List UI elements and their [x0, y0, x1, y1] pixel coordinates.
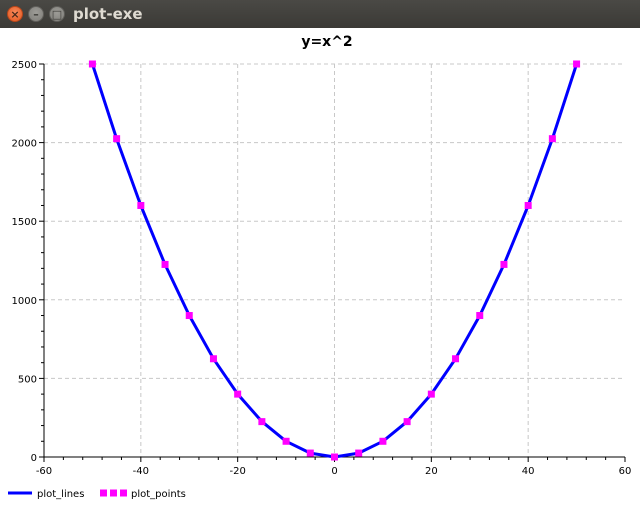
legend-label-plot-lines: plot_lines [37, 489, 84, 500]
x-tick-label: 40 [522, 466, 535, 477]
data-point [137, 201, 145, 209]
y-tick-label: 1000 [12, 296, 37, 307]
data-point [427, 390, 435, 398]
data-point [161, 260, 169, 268]
grid-lines [44, 63, 625, 457]
plot-canvas: y=x^2 -60 -40 -20 0 20 40 60 0 500 1000 1500 2000 25… [8, 34, 632, 500]
window-title: plot-exe [73, 5, 143, 23]
data-point [331, 453, 338, 461]
data-point [258, 418, 266, 426]
data-point [524, 201, 532, 209]
data-point [209, 355, 217, 363]
legend-point-swatch [110, 489, 117, 497]
x-tick-label: -40 [133, 466, 149, 477]
data-point [185, 312, 193, 320]
data-point [234, 390, 242, 398]
x-tick-label: 60 [619, 466, 632, 477]
data-point [548, 135, 556, 143]
data-point [355, 449, 363, 457]
maximize-window-button[interactable]: □ [49, 6, 65, 22]
title-bar[interactable]: × – □ plot-exe [0, 0, 640, 28]
data-point [282, 437, 290, 445]
legend-label-plot-points: plot_points [131, 489, 186, 500]
x-tick-label: 0 [331, 466, 337, 477]
axes [39, 63, 626, 462]
data-point [113, 135, 121, 143]
x-tick-label: -60 [36, 466, 52, 477]
data-point [452, 355, 460, 363]
y-tick-label: 2000 [12, 139, 37, 150]
data-point [88, 60, 96, 68]
y-tick-label: 500 [18, 374, 37, 385]
close-window-button[interactable]: × [7, 6, 23, 22]
legend-point-swatch [100, 489, 107, 497]
legend-point-swatch [120, 489, 127, 497]
chart-title: y=x^2 [301, 34, 352, 50]
data-point [306, 449, 314, 457]
legend: plot_lines plot_points [8, 489, 186, 500]
app-window: × – □ plot-exe y=x^2 -60 -40 -20 0 20 40 60 0 50… [0, 0, 640, 508]
minimize-window-button[interactable]: – [28, 6, 44, 22]
x-tick-label: -20 [229, 466, 245, 477]
data-point [573, 60, 581, 68]
y-tick-label: 2500 [12, 60, 37, 71]
y-tick-label: 0 [31, 453, 37, 464]
data-point [379, 437, 387, 445]
tick-labels: -60 -40 -20 0 20 40 60 0 500 1000 1500 2000 2500 [12, 60, 632, 477]
close-icon: × [10, 8, 20, 21]
data-point [403, 418, 411, 426]
x-tick-label: 20 [425, 466, 438, 477]
y-tick-label: 1500 [12, 217, 37, 228]
maximize-icon: □ [51, 8, 63, 21]
minimize-icon: – [33, 8, 39, 21]
data-point [500, 260, 508, 268]
data-point [476, 312, 484, 320]
